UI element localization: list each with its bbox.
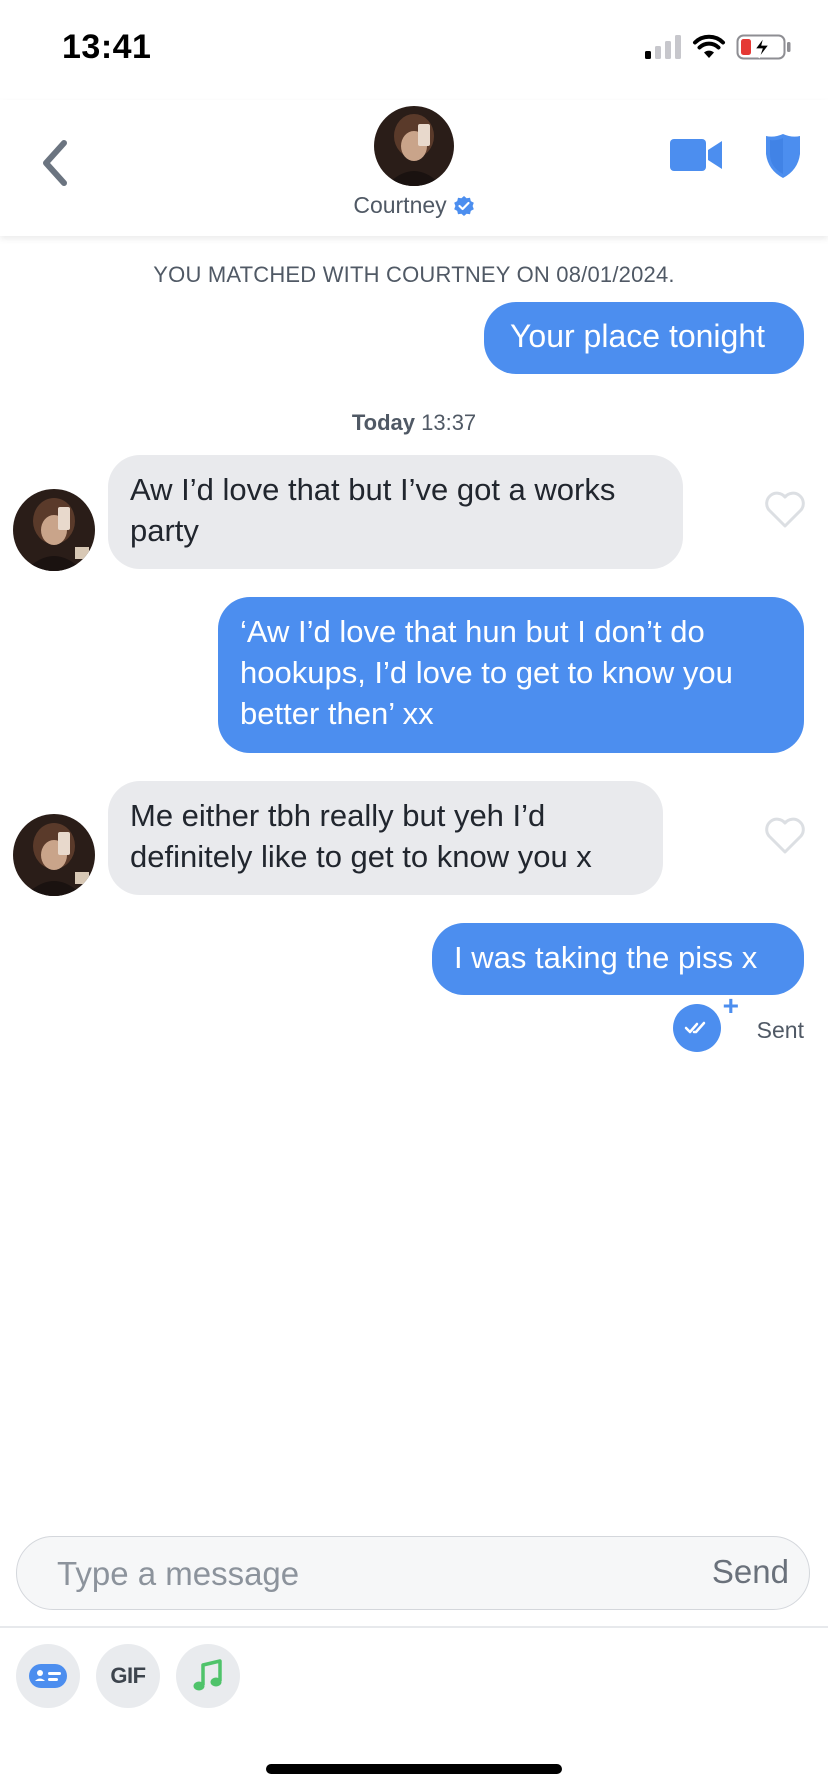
sent-label: Sent: [756, 1016, 804, 1043]
timestamp-day: Today: [351, 410, 415, 435]
verified-badge-icon: [453, 195, 474, 216]
gif-icon: GIF: [110, 1663, 146, 1688]
chat-header: Courtney: [0, 100, 828, 236]
message-outgoing[interactable]: I was taking the piss x: [432, 923, 804, 995]
signal-icon: [645, 35, 681, 59]
sender-avatar[interactable]: [13, 489, 95, 571]
battery-icon: [736, 34, 791, 60]
message-composer: Send: [16, 1536, 810, 1611]
music-note-icon: [193, 1659, 222, 1691]
composer-divider: [0, 1626, 828, 1628]
status-time: 13:41: [62, 28, 152, 66]
sticker-card-button[interactable]: [16, 1644, 80, 1708]
like-message-button[interactable]: [764, 491, 806, 529]
heart-icon: [765, 817, 805, 854]
header-avatar[interactable]: [374, 106, 454, 186]
message-incoming[interactable]: Me either tbh really but yeh I’d definit…: [108, 781, 663, 895]
video-call-button[interactable]: [668, 130, 724, 180]
timestamp-time: 13:37: [421, 410, 477, 435]
read-receipt-button[interactable]: +: [672, 990, 739, 1052]
shield-icon: [766, 134, 800, 178]
status-icons: [644, 34, 792, 60]
profile-name: Courtney: [353, 192, 447, 218]
plus-icon: +: [722, 990, 740, 1021]
gif-button[interactable]: GIF: [96, 1644, 160, 1708]
send-button[interactable]: Send: [712, 1553, 789, 1591]
message-outgoing[interactable]: Your place tonight: [484, 302, 804, 374]
sticker-card-icon: [29, 1664, 67, 1688]
match-notice: YOU MATCHED WITH COURTNEY ON 08/01/2024.: [153, 262, 675, 287]
message-input[interactable]: [55, 1537, 659, 1611]
video-camera-icon: [670, 139, 722, 171]
message-timestamp: Today 13:37: [0, 410, 828, 436]
safety-shield-button[interactable]: [762, 128, 804, 182]
name-row: Courtney: [353, 192, 474, 219]
message-incoming[interactable]: Aw I’d love that but I’ve got a works pa…: [108, 455, 683, 569]
double-check-icon: [684, 1021, 705, 1034]
music-button[interactable]: [176, 1644, 240, 1708]
status-bar: 13:41: [0, 0, 828, 100]
like-message-button[interactable]: [764, 817, 806, 855]
heart-icon: [765, 491, 805, 528]
sender-avatar[interactable]: [13, 814, 95, 896]
wifi-icon: [693, 34, 725, 58]
message-outgoing[interactable]: ‘Aw I’d love that hun but I don’t do hoo…: [218, 597, 804, 753]
home-indicator: [266, 1764, 562, 1774]
sent-status: + Sent: [672, 990, 804, 1052]
